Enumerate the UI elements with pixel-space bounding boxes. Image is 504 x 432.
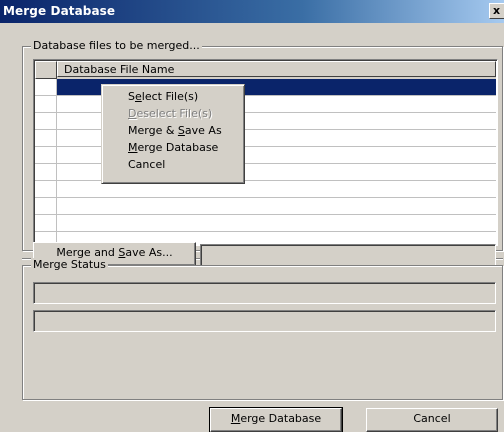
title-bar[interactable]: Merge Database x	[0, 0, 504, 23]
context-menu: Select File(s) Deselect File(s) Merge & …	[101, 84, 245, 184]
row-selector[interactable]	[35, 79, 57, 95]
grid-select-all-header[interactable]	[35, 61, 57, 79]
column-header-database-file-name[interactable]: Database File Name	[57, 61, 496, 77]
merge-progress-field	[33, 310, 496, 332]
status-group-legend: Merge Status	[31, 258, 108, 271]
save-as-path-field[interactable]	[200, 244, 496, 266]
menu-item-merge-database[interactable]: Merge Database	[105, 140, 241, 156]
menu-item-cancel[interactable]: Cancel	[105, 157, 241, 173]
table-row[interactable]	[35, 215, 496, 232]
menu-item-select-files[interactable]: Select File(s)	[105, 89, 241, 105]
window-title: Merge Database	[3, 4, 116, 18]
row-selector[interactable]	[35, 181, 57, 197]
row-selector[interactable]	[35, 147, 57, 163]
row-selector[interactable]	[35, 198, 57, 214]
merge-database-button[interactable]: Merge Database	[209, 407, 343, 432]
file-name-cell[interactable]	[57, 215, 496, 231]
row-selector[interactable]	[35, 164, 57, 180]
table-row[interactable]	[35, 198, 496, 215]
row-selector[interactable]	[35, 130, 57, 146]
cancel-button[interactable]: Cancel	[366, 408, 498, 432]
close-button[interactable]: x	[489, 3, 504, 19]
row-selector[interactable]	[35, 215, 57, 231]
row-selector[interactable]	[35, 96, 57, 112]
menu-item-merge-save-as[interactable]: Merge & Save As	[105, 123, 241, 139]
files-group-legend: Database files to be merged...	[31, 39, 202, 52]
menu-item-deselect-files[interactable]: Deselect File(s)	[105, 106, 241, 122]
grid-header: Database File Name	[35, 61, 496, 79]
row-selector[interactable]	[35, 113, 57, 129]
file-name-cell[interactable]	[57, 198, 496, 214]
merge-status-field	[33, 282, 496, 304]
